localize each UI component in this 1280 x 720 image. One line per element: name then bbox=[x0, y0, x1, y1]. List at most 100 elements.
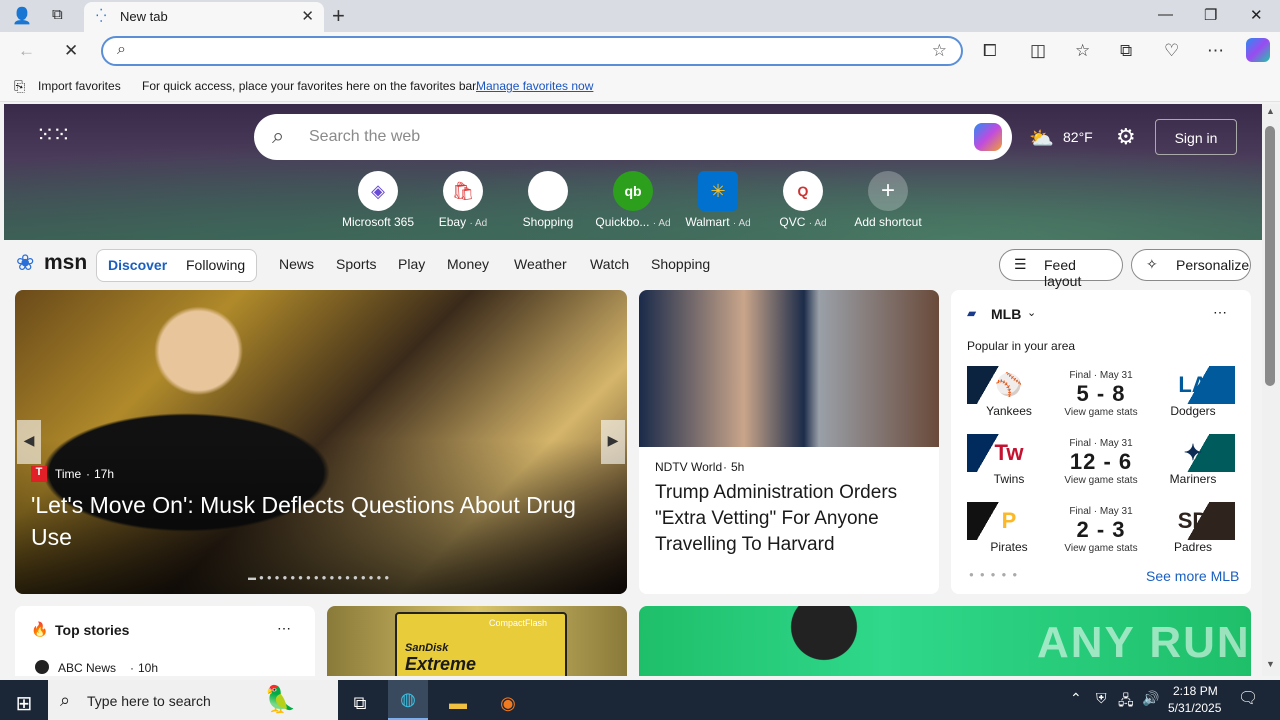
import-favorites-icon[interactable]: ⎘ bbox=[14, 78, 25, 95]
browser-essentials-icon[interactable]: ♡ bbox=[1164, 41, 1179, 61]
address-input[interactable]: ⌕ ☆ bbox=[101, 36, 963, 66]
tab-discover[interactable]: Discover bbox=[108, 257, 167, 273]
carousel-next-button[interactable]: ▶ bbox=[601, 420, 625, 464]
game-row[interactable]: Tw Twins Final · May 31 12 - 6 View game… bbox=[967, 434, 1235, 492]
web-search-placeholder: Search the web bbox=[309, 128, 421, 145]
scroll-up-icon[interactable]: ▲ bbox=[1266, 106, 1275, 116]
personalize-button[interactable]: ✧ Personalize bbox=[1131, 249, 1251, 281]
plus-icon: + bbox=[868, 171, 908, 211]
score-block: Final · May 31 5 - 8 View game stats bbox=[1064, 370, 1138, 418]
more-options-icon[interactable]: ⋯ bbox=[277, 620, 291, 637]
task-view-icon[interactable]: ⧉ bbox=[340, 686, 380, 720]
shortcut-quickbooks[interactable]: qb Quickbo... · Ad bbox=[588, 171, 678, 229]
team-away: SD Padres bbox=[1151, 502, 1235, 560]
dodgers-logo-icon: LA bbox=[1151, 366, 1235, 404]
mlb-title[interactable]: MLB bbox=[991, 306, 1021, 322]
windows-start-icon[interactable]: ⊞ bbox=[4, 686, 44, 720]
nav-shopping[interactable]: Shopping bbox=[651, 256, 710, 272]
favorite-star-icon[interactable]: ☆ bbox=[932, 41, 947, 61]
scroll-down-icon[interactable]: ▼ bbox=[1266, 659, 1275, 669]
shortcut-ebay[interactable]: 🛍 Ebay · Ad bbox=[418, 171, 508, 229]
tab-new-tab[interactable]: ⁛ New tab ✕ bbox=[84, 2, 324, 32]
system-tray-chevron-icon[interactable]: ⌃ bbox=[1070, 690, 1082, 707]
game-row[interactable]: ⚾ Yankees Final · May 31 5 - 8 View game… bbox=[967, 366, 1235, 424]
new-tab-icon[interactable]: + bbox=[332, 3, 345, 29]
game-row[interactable]: P Pirates Final · May 31 2 - 3 View game… bbox=[967, 502, 1235, 560]
feed-layout-button[interactable]: ☰ Feed layout bbox=[999, 249, 1123, 289]
yankees-logo-icon: ⚾ bbox=[967, 366, 1051, 404]
score-block: Final · May 31 2 - 3 View game stats bbox=[1064, 506, 1138, 554]
main-story-source: Time bbox=[55, 467, 82, 481]
extensions-icon[interactable]: ⧠ bbox=[983, 41, 997, 61]
ad-card-compactflash[interactable]: CompactFlash SanDisk Extreme bbox=[327, 606, 627, 676]
side-story-headline[interactable]: Trump Administration Orders "Extra Vetti… bbox=[655, 480, 931, 558]
carousel-prev-button[interactable]: ◀ bbox=[17, 420, 41, 464]
restore-icon[interactable]: ❐ bbox=[1204, 6, 1217, 24]
main-story-card[interactable]: ◀ ▶ T Time · 17h 'Let's Move On': Musk D… bbox=[15, 290, 627, 594]
more-menu-icon[interactable]: ⋯ bbox=[1207, 41, 1224, 61]
settings-gear-icon[interactable]: ⚙ bbox=[1116, 124, 1136, 150]
side-story-card[interactable]: NDTV World · 5h Trump Administration Ord… bbox=[639, 290, 939, 594]
sign-in-button[interactable]: Sign in bbox=[1155, 119, 1237, 155]
scrollbar-thumb[interactable] bbox=[1265, 126, 1275, 386]
clock-date[interactable]: 5/31/2025 bbox=[1168, 701, 1221, 715]
network-icon[interactable]: 🖧 bbox=[1118, 690, 1134, 714]
tab-following[interactable]: Following bbox=[186, 257, 245, 273]
edge-taskbar-icon[interactable]: ◍ bbox=[388, 680, 428, 720]
search-icon: ⌕ bbox=[117, 41, 126, 58]
taskbar-search[interactable]: ⌕ Type here to search 🦜 bbox=[48, 680, 338, 720]
notifications-icon[interactable]: 🗨 bbox=[1238, 688, 1258, 708]
video-story-card[interactable]: ANY RUN bbox=[639, 606, 1251, 676]
carousel-dots[interactable]: ▬●●●●●●●●●●●●●●●●● bbox=[248, 573, 392, 582]
close-tab-icon[interactable]: ✕ bbox=[301, 7, 314, 25]
back-icon[interactable]: ← bbox=[18, 41, 35, 61]
msn-logo-icon[interactable]: ❀ bbox=[16, 250, 34, 276]
profile-icon[interactable]: 👤 bbox=[12, 6, 32, 26]
import-favorites-button[interactable]: Import favorites bbox=[38, 79, 121, 93]
top-story-source: ABC News bbox=[58, 661, 117, 675]
split-screen-icon[interactable]: ◫ bbox=[1030, 41, 1046, 61]
see-more-mlb-link[interactable]: See more MLB bbox=[1146, 568, 1239, 584]
nav-money[interactable]: Money bbox=[447, 256, 489, 272]
hero-banner: ⁙⁙ ⌕ Search the web ⛅ 82°F ⚙ Sign in ◈ M… bbox=[4, 104, 1262, 240]
apps-grid-icon[interactable]: ⁙⁙ bbox=[36, 122, 71, 148]
page-scrollbar[interactable]: ▲ ▼ bbox=[1262, 104, 1280, 676]
firefox-icon[interactable]: ◉ bbox=[488, 686, 528, 720]
mlb-pager-dots[interactable]: ●●●●● bbox=[969, 570, 1023, 579]
volume-icon[interactable]: 🔊 bbox=[1142, 690, 1159, 707]
weather-icon[interactable]: ⛅ bbox=[1029, 126, 1054, 151]
collections-icon[interactable]: ⧉ bbox=[1120, 41, 1132, 61]
team-home: P Pirates bbox=[967, 502, 1051, 560]
minimize-icon[interactable]: — bbox=[1158, 6, 1173, 23]
msn-logo[interactable]: msn bbox=[44, 251, 87, 275]
nav-watch[interactable]: Watch bbox=[590, 256, 629, 272]
weather-temp[interactable]: 82°F bbox=[1063, 129, 1093, 145]
main-story-headline[interactable]: 'Let's Move On': Musk Deflects Questions… bbox=[31, 489, 601, 553]
manage-favorites-link[interactable]: Manage favorites now bbox=[476, 79, 593, 93]
nav-news[interactable]: News bbox=[279, 256, 314, 272]
chevron-down-icon[interactable]: ⌄ bbox=[1027, 306, 1036, 319]
pirates-logo-icon: P bbox=[967, 502, 1051, 540]
nav-sports[interactable]: Sports bbox=[336, 256, 376, 272]
top-stories-title[interactable]: Top stories bbox=[55, 622, 129, 638]
file-explorer-icon[interactable]: ▬ bbox=[438, 686, 478, 720]
security-icon[interactable]: ⛨ bbox=[1096, 690, 1107, 707]
shortcut-shopping[interactable]: 🏷 Shopping bbox=[503, 171, 593, 229]
stop-icon[interactable]: ✕ bbox=[64, 41, 78, 61]
favorites-icon[interactable]: ☆ bbox=[1075, 41, 1090, 61]
close-window-icon[interactable]: ✕ bbox=[1250, 6, 1263, 24]
more-options-icon[interactable]: ⋯ bbox=[1213, 304, 1227, 321]
copilot-icon[interactable] bbox=[974, 123, 1002, 151]
copilot-icon[interactable] bbox=[1246, 38, 1270, 62]
web-search-box[interactable]: ⌕ Search the web bbox=[254, 114, 1012, 160]
nav-play[interactable]: Play bbox=[398, 256, 425, 272]
shortcut-qvc[interactable]: Q QVC · Ad bbox=[758, 171, 848, 229]
nav-weather[interactable]: Weather bbox=[514, 256, 567, 272]
shortcut-walmart[interactable]: ✳ Walmart · Ad bbox=[673, 171, 763, 229]
clock-time[interactable]: 2:18 PM bbox=[1173, 684, 1218, 698]
add-shortcut-button[interactable]: + Add shortcut bbox=[843, 171, 933, 229]
top-story-dot: · bbox=[130, 661, 134, 675]
side-story-dot: · bbox=[723, 460, 727, 474]
tab-actions-icon[interactable]: ⧉ bbox=[52, 6, 63, 23]
shortcut-microsoft365[interactable]: ◈ Microsoft 365 bbox=[333, 171, 423, 229]
